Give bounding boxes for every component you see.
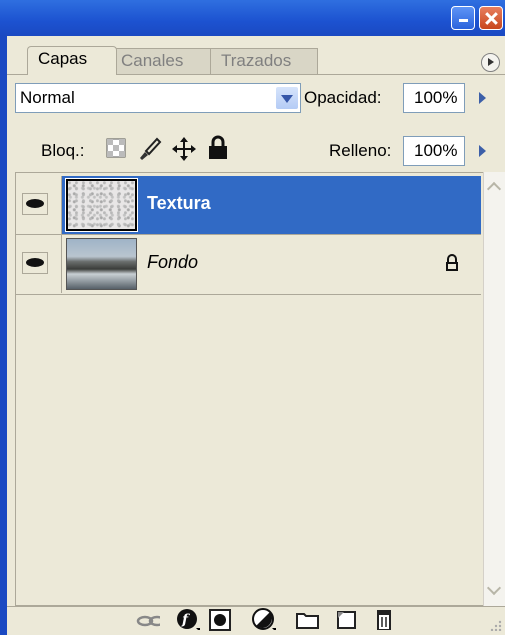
move-lock-icon[interactable]: [170, 135, 198, 163]
brush-lock-icon[interactable]: [137, 136, 163, 162]
layer-name: Textura: [147, 193, 211, 213]
window-border: [0, 36, 7, 635]
layer-name: Fondo: [147, 252, 199, 272]
tab-canales[interactable]: Canales: [110, 48, 212, 74]
trash-icon[interactable]: [374, 608, 398, 630]
layer-row-textura[interactable]: Textura: [16, 176, 481, 234]
close-button[interactable]: [479, 6, 503, 30]
eye-icon[interactable]: [22, 193, 48, 215]
new-group-icon[interactable]: [296, 610, 320, 632]
layer-mask-icon[interactable]: [209, 609, 233, 631]
transparency-lock-icon[interactable]: [106, 138, 128, 160]
visibility-cell[interactable]: [16, 235, 62, 293]
adjustment-layer-icon[interactable]: [252, 608, 276, 630]
tab-label: Trazados: [221, 51, 292, 70]
layer-row-fondo[interactable]: Fondo: [16, 235, 481, 293]
lock-label: Bloq.:: [41, 141, 85, 160]
tab-capas[interactable]: Capas: [27, 46, 117, 75]
layer-style-icon[interactable]: f: [176, 608, 200, 630]
opacity-input[interactable]: 100%: [403, 83, 465, 113]
fill-label: Relleno:: [329, 141, 392, 160]
chevron-down-icon[interactable]: [276, 87, 298, 109]
tab-label: Canales: [121, 51, 184, 70]
panel-menu-icon[interactable]: [481, 53, 500, 72]
opacity-label: Opacidad:: [304, 88, 382, 107]
visibility-cell[interactable]: [16, 176, 62, 234]
padlock-icon: [446, 254, 458, 271]
layer-thumbnail: [65, 178, 138, 232]
scrollbar[interactable]: [483, 172, 505, 606]
opacity-slider-arrow-icon[interactable]: [474, 83, 492, 113]
layer-thumbnail: [66, 238, 137, 290]
minimize-button[interactable]: [451, 6, 475, 30]
new-layer-icon[interactable]: [336, 610, 360, 632]
blend-mode-select[interactable]: Normal: [15, 83, 301, 113]
scroll-up-icon[interactable]: [486, 178, 503, 195]
tab-trazados[interactable]: Trazados: [210, 48, 318, 74]
eye-icon[interactable]: [22, 252, 48, 274]
fill-slider-arrow-icon[interactable]: [474, 136, 492, 166]
tab-label: Capas: [38, 49, 88, 68]
link-layers-icon[interactable]: [136, 612, 160, 634]
padlock-icon[interactable]: [206, 135, 230, 161]
blend-mode-value: Normal: [20, 88, 75, 107]
row-divider: [16, 294, 481, 295]
fill-input[interactable]: 100%: [403, 136, 465, 166]
scroll-down-icon[interactable]: [486, 581, 503, 598]
resize-grip-icon[interactable]: [490, 619, 502, 631]
window-title-bar: [0, 0, 505, 36]
